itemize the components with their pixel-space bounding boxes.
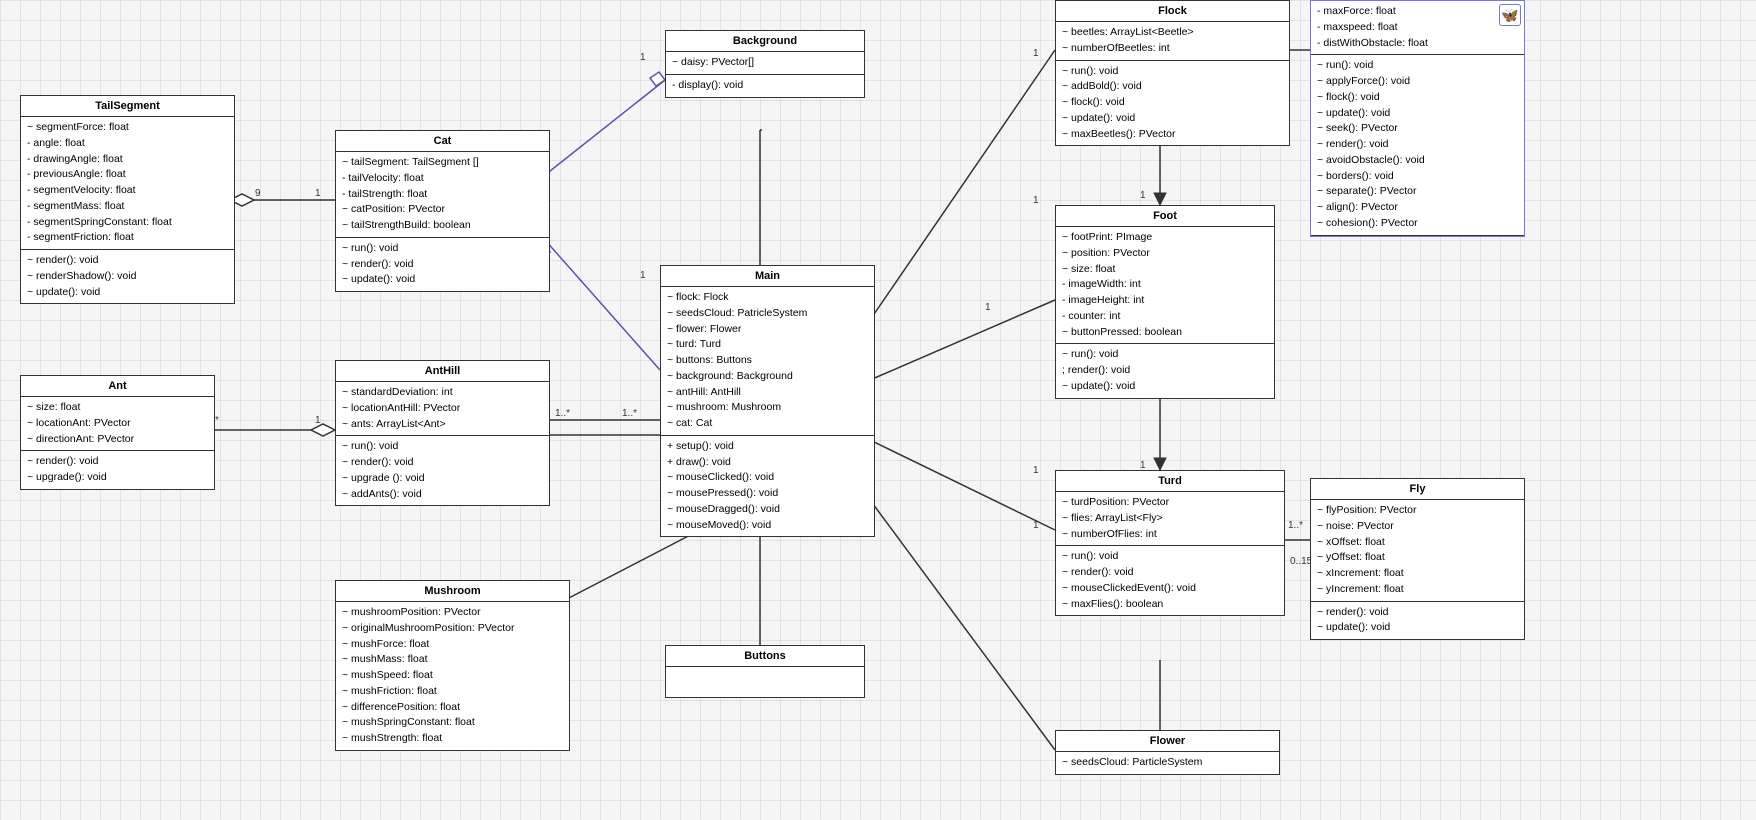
mult-flock-foot: 1 [1033, 195, 1039, 206]
class-ant: Ant ~ size: float ~ locationAnt: PVector… [20, 375, 215, 490]
mult-main-anthill: 1..* [622, 408, 637, 419]
class-flock-methods: ~ run(): void ~ addBold(): void ~ flock(… [1056, 61, 1289, 146]
mult-flock-1: 1 [1033, 48, 1039, 59]
mult-cat-right: 1 [315, 188, 321, 199]
class-turd-methods: ~ run(): void ~ render(): void ~ mouseCl… [1056, 546, 1284, 615]
class-buttons-header: Buttons [666, 646, 864, 667]
class-flower-header: Flower [1056, 731, 1279, 752]
mult-ant-star: * [215, 415, 219, 426]
class-foot-attrs: ~ footPrint: PImage ~ position: PVector … [1056, 227, 1274, 344]
class-ant-header: Ant [21, 376, 214, 397]
class-beetle-attrs: - maxForce: float - maxspeed: float - di… [1311, 1, 1524, 55]
class-tailsegment: TailSegment ~ segmentForce: float - angl… [20, 95, 235, 304]
class-foot: Foot ~ footPrint: PImage ~ position: PVe… [1055, 205, 1275, 399]
mult-foot-turd: 1 [1033, 465, 1039, 476]
class-tailsegment-attrs: ~ segmentForce: float - angle: float - d… [21, 117, 234, 250]
class-flock-attrs: ~ beetles: ArrayList<Beetle> ~ numberOfB… [1056, 22, 1289, 61]
class-background-header: Background [666, 31, 864, 52]
mult-bg-1: 1 [640, 52, 646, 63]
class-tailsegment-methods: ~ render(): void ~ renderShadow(): void … [21, 250, 234, 303]
class-cat-methods: ~ run(): void ~ render(): void ~ update(… [336, 238, 549, 291]
class-anthill-methods: ~ run(): void ~ render(): void ~ upgrade… [336, 436, 549, 505]
class-buttons: Buttons [665, 645, 865, 698]
class-background-methods: - display(): void [666, 75, 864, 97]
class-fly: Fly ~ flyPosition: PVector ~ noise: PVec… [1310, 478, 1525, 640]
mult-turd-main: 1 [1033, 520, 1039, 531]
class-foot-header: Foot [1056, 206, 1274, 227]
class-turd-attrs: ~ turdPosition: PVector ~ flies: ArrayLi… [1056, 492, 1284, 546]
mult-main-bg: 1 [640, 270, 646, 281]
mult-main-flock: 1 [985, 302, 991, 313]
class-anthill: AntHill ~ standardDeviation: int ~ locat… [335, 360, 550, 506]
class-flower-attrs: ~ seedsCloud: ParticleSystem [1056, 752, 1279, 774]
class-ant-attrs: ~ size: float ~ locationAnt: PVector ~ d… [21, 397, 214, 451]
class-main: Main ~ flock: Flock ~ seedsCloud: Patric… [660, 265, 875, 537]
class-turd: Turd ~ turdPosition: PVector ~ flies: Ar… [1055, 470, 1285, 616]
mult-flock-foot-above: 1 [1140, 190, 1146, 201]
class-flock: Flock ~ beetles: ArrayList<Beetle> ~ num… [1055, 0, 1290, 146]
class-foot-methods: ~ run(): void ; render(): void ~ update(… [1056, 344, 1274, 397]
class-main-methods: + setup(): void + draw(): void ~ mouseCl… [661, 436, 874, 537]
mult-tailsegment-cat-left: 9 [255, 188, 261, 199]
mult-anthill-right: 1..* [555, 408, 570, 419]
class-anthill-header: AntHill [336, 361, 549, 382]
class-background: Background ~ daisy: PVector[] - display(… [665, 30, 865, 98]
class-main-attrs: ~ flock: Flock ~ seedsCloud: PatricleSys… [661, 287, 874, 436]
class-cat-header: Cat [336, 131, 549, 152]
class-fly-methods: ~ render(): void ~ update(): void [1311, 602, 1524, 640]
class-flock-header: Flock [1056, 1, 1289, 22]
class-tailsegment-header: TailSegment [21, 96, 234, 117]
class-anthill-attrs: ~ standardDeviation: int ~ locationAntHi… [336, 382, 549, 436]
class-cat: Cat ~ tailSegment: TailSegment [] - tail… [335, 130, 550, 292]
class-fly-header: Fly [1311, 479, 1524, 500]
mult-anthill-left: 1 [315, 415, 321, 426]
mult-turd-fly-left: 1..* [1288, 520, 1303, 531]
class-mushroom: Mushroom ~ mushroomPosition: PVector ~ o… [335, 580, 570, 751]
class-mushroom-header: Mushroom [336, 581, 569, 602]
uml-canvas: 9 1 1 1 1 1 1 1..* 0..15 * 1 1..* 1..* 1… [0, 0, 1756, 820]
class-main-header: Main [661, 266, 874, 287]
class-beetle: - maxForce: float - maxspeed: float - di… [1310, 0, 1525, 237]
class-buttons-body [666, 667, 864, 697]
mult-fly-range: 0..15 [1290, 556, 1312, 567]
class-fly-attrs: ~ flyPosition: PVector ~ noise: PVector … [1311, 500, 1524, 602]
class-cat-attrs: ~ tailSegment: TailSegment [] - tailVelo… [336, 152, 549, 238]
class-beetle-methods: ~ run(): void ~ applyForce(): void ~ flo… [1311, 55, 1524, 235]
class-turd-header: Turd [1056, 471, 1284, 492]
class-ant-methods: ~ render(): void ~ upgrade(): void [21, 451, 214, 489]
class-background-attrs: ~ daisy: PVector[] [666, 52, 864, 75]
class-mushroom-attrs: ~ mushroomPosition: PVector ~ originalMu… [336, 602, 569, 750]
class-flower: Flower ~ seedsCloud: ParticleSystem [1055, 730, 1280, 775]
